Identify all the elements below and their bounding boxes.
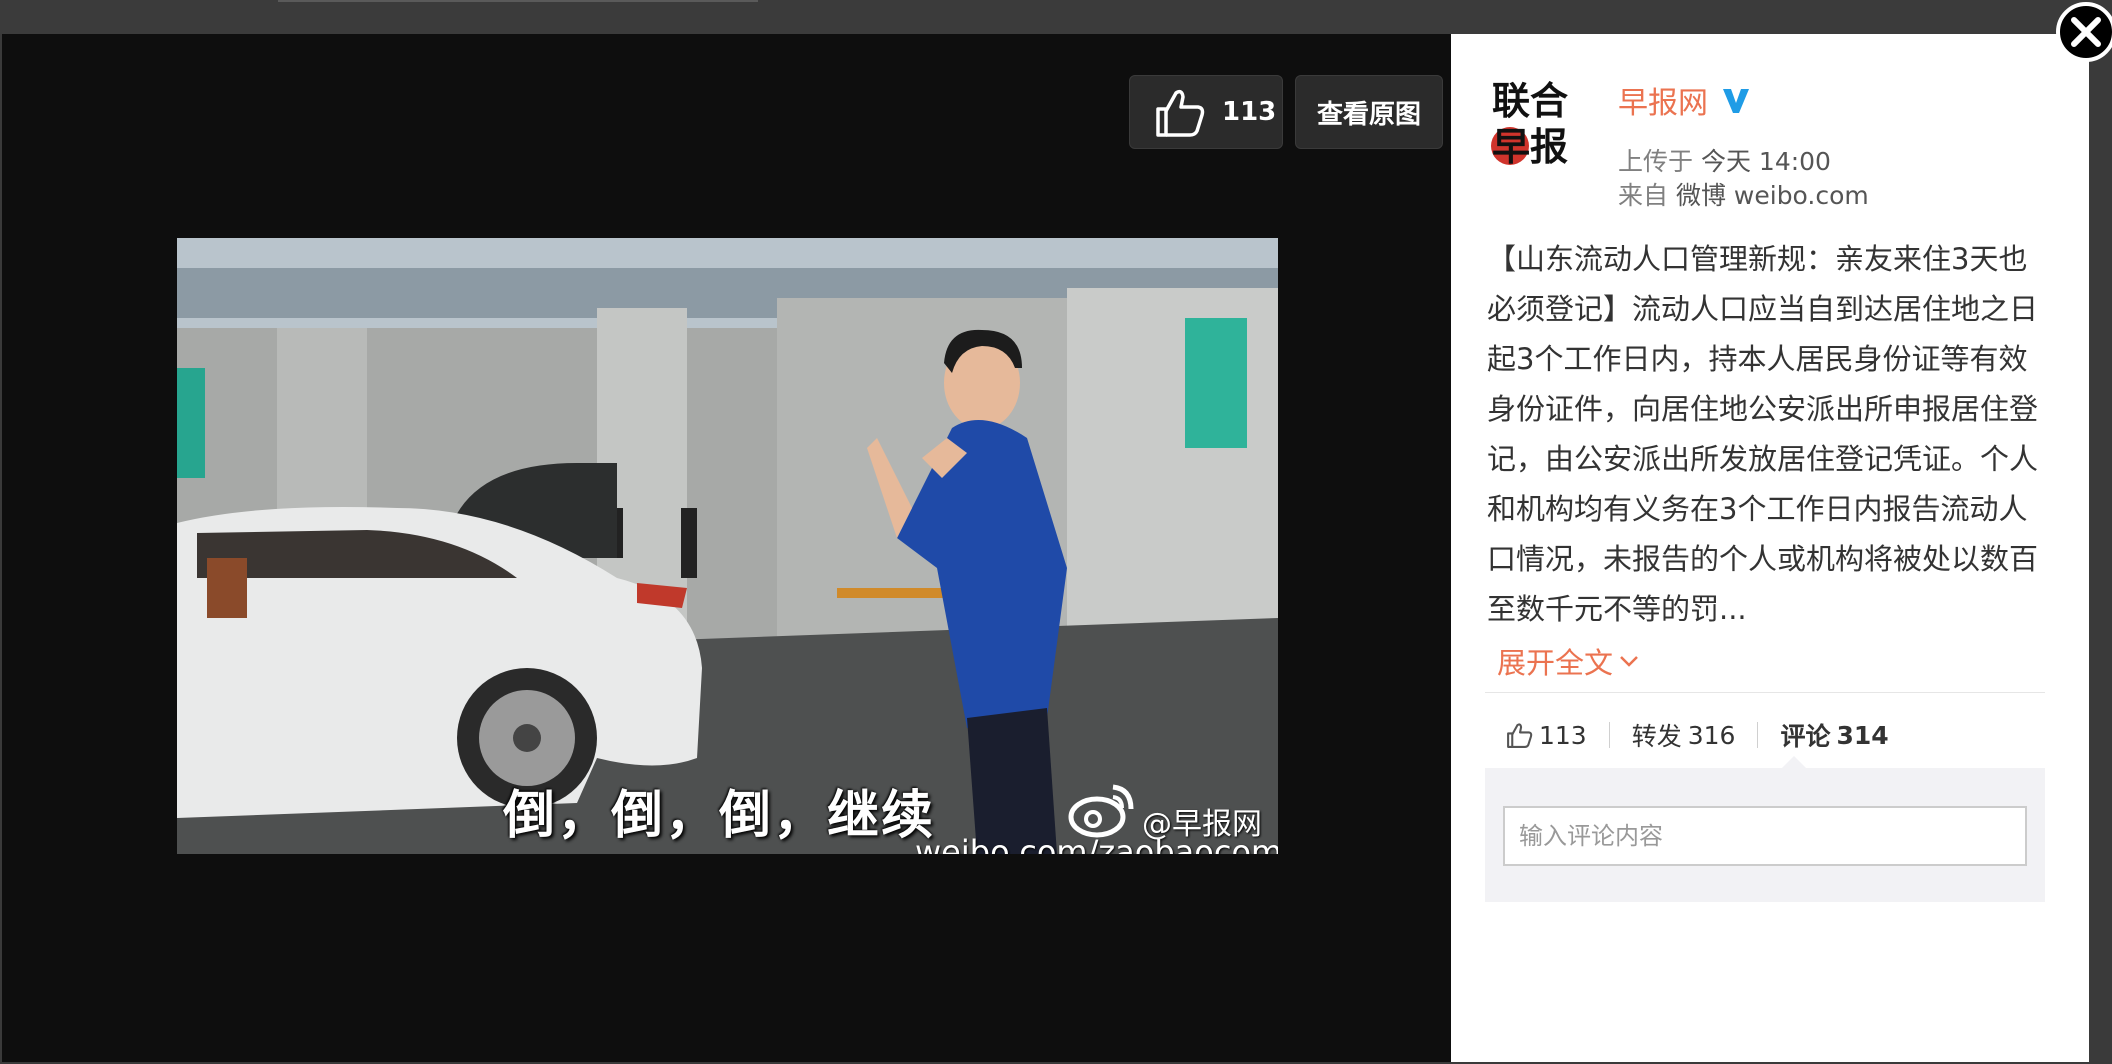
comment-count: 314 xyxy=(1836,720,1889,750)
like-action[interactable]: 113 xyxy=(1505,721,1587,750)
chevron-down-icon xyxy=(1620,656,1638,667)
top-bar xyxy=(0,0,2112,34)
close-icon[interactable] xyxy=(2054,0,2112,64)
comment-label: 评论 xyxy=(1780,722,1831,751)
avatar[interactable]: 联合 早报 xyxy=(1484,72,1584,172)
username[interactable]: 早报网 xyxy=(1618,78,1708,122)
repost-count: 316 xyxy=(1687,720,1736,750)
repost-action[interactable]: 转发 316 xyxy=(1632,717,1736,753)
expand-full-text-link[interactable]: 展开全文 xyxy=(1497,640,1639,682)
like-action-count: 113 xyxy=(1539,720,1587,750)
avatar-text-bottom: 早报 xyxy=(1492,124,1568,169)
tab-indicator xyxy=(278,0,758,2)
thumbs-up-icon xyxy=(1507,723,1533,748)
watermark-url: weibo.com/zaobaocom xyxy=(915,833,1278,854)
image-viewer: 倒，倒，倒，继续 @早报网 weibo.com/zaobaocom 113 查看… xyxy=(2,34,1451,1062)
image-caption-overlay: 倒，倒，倒，继续 xyxy=(503,786,936,846)
verified-badge-icon xyxy=(1723,89,1749,113)
post-actions: 113 转发 316 评论 314 xyxy=(1505,715,1889,755)
post-panel: 联合 早报 早报网 上传于 今天 14:00 来自 微博 weibo.com 【… xyxy=(1451,34,2089,1062)
like-count: 113 xyxy=(1222,97,1277,127)
repost-label: 转发 xyxy=(1631,722,1682,751)
separator xyxy=(1757,722,1759,748)
source-info: 来自 微博 weibo.com xyxy=(1618,176,1869,212)
thumbs-up-icon xyxy=(1156,89,1205,137)
separator xyxy=(1608,722,1610,748)
like-button[interactable]: 113 xyxy=(1129,75,1283,149)
upload-info: 上传于 今天 14:00 xyxy=(1618,142,1831,178)
photo[interactable]: 倒，倒，倒，继续 @早报网 weibo.com/zaobaocom xyxy=(177,238,1278,854)
comment-action[interactable]: 评论 314 xyxy=(1780,717,1888,753)
expand-label[interactable]: 展开全文 xyxy=(1497,640,1613,682)
parking-garage-photo xyxy=(177,238,1278,854)
from-label: 来自 xyxy=(1618,181,1669,210)
username-link[interactable]: 早报网 xyxy=(1618,78,1752,122)
weibo-logo-icon xyxy=(1068,784,1134,838)
uploaded-label: 上传于 xyxy=(1618,147,1694,176)
comment-input[interactable] xyxy=(1503,806,2027,866)
avatar-text-top: 联合 xyxy=(1492,78,1568,123)
divider xyxy=(1485,692,2045,693)
post-body: 【山东流动人口管理新规：亲友来住3天也必须登记】流动人口应当自到达居住地之日起3… xyxy=(1487,242,2039,626)
comment-box xyxy=(1485,768,2045,902)
uploaded-time: 今天 14:00 xyxy=(1700,147,1831,176)
source-link[interactable]: 微博 weibo.com xyxy=(1676,181,1869,210)
view-original-button[interactable]: 查看原图 xyxy=(1295,75,1443,149)
